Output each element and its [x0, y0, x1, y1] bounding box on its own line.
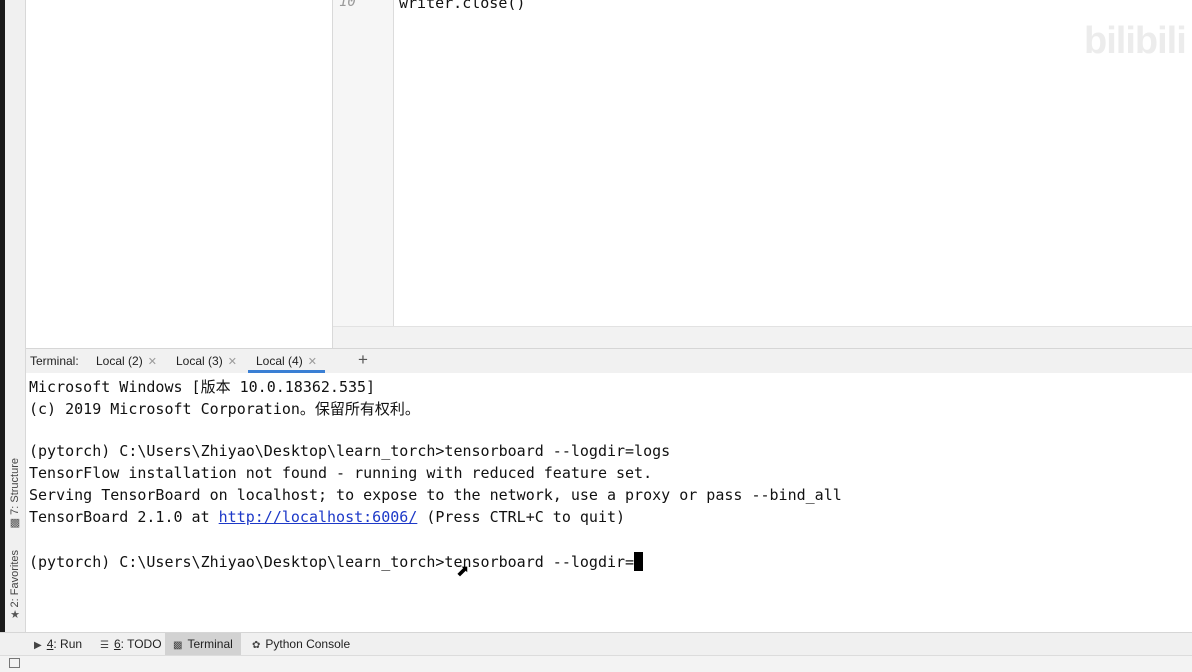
code-editor[interactable]: writer.close()	[394, 0, 1192, 326]
terminal-text: (Press CTRL+C to quit)	[417, 508, 626, 526]
tensorboard-url-link[interactable]: http://localhost:6006/	[219, 508, 418, 526]
terminal-input-text[interactable]: (pytorch) C:\Users\Zhiyao\Desktop\learn_…	[29, 553, 634, 571]
terminal-line: TensorFlow installation not found - runn…	[29, 464, 653, 482]
python-console-tool-tab[interactable]: ✿ Python Console	[244, 633, 358, 656]
structure-side-tab[interactable]: 7: Structure ▩	[5, 458, 25, 529]
terminal-line: (c) 2019 Microsoft Corporation。保留所有权利。	[29, 400, 420, 418]
favorites-side-tab-label: 2: Favorites	[9, 550, 21, 608]
terminal-text: TensorBoard 2.1.0 at	[29, 508, 219, 526]
terminal-line: Serving TensorBoard on localhost; to exp…	[29, 486, 842, 504]
add-terminal-button[interactable]: +	[358, 350, 368, 370]
code-line[interactable]: writer.close()	[399, 0, 525, 12]
terminal-line-url: TensorBoard 2.1.0 at http://localhost:60…	[29, 508, 625, 526]
todo-label: : TODO	[120, 637, 162, 651]
terminal-title: Terminal:	[30, 354, 79, 368]
terminal-tab-bar: Terminal: Local (2) ✕ Local (3) ✕ Local (4…	[26, 348, 1192, 374]
text-cursor	[634, 552, 644, 571]
terminal-output[interactable]: Microsoft Windows [版本 10.0.18362.535] (c…	[26, 373, 1192, 632]
terminal-tab-local-3[interactable]: Local (3) ✕	[168, 349, 245, 373]
terminal-prompt-line[interactable]: (pytorch) C:\Users\Zhiyao\Desktop\learn_…	[29, 552, 644, 571]
play-icon: ▶	[34, 640, 42, 651]
editor-horizontal-scroll-area[interactable]	[333, 326, 1192, 349]
terminal-label: Terminal	[187, 637, 233, 651]
python-icon: ✿	[252, 640, 261, 651]
status-bar	[0, 655, 1192, 672]
close-icon[interactable]: ✕	[308, 356, 317, 368]
todo-tool-tab[interactable]: ☰ 6: TODO	[92, 633, 170, 656]
editor-gutter: 10	[333, 0, 394, 326]
line-number: 10	[339, 0, 356, 10]
project-panel	[26, 0, 333, 348]
close-icon[interactable]: ✕	[228, 356, 237, 368]
list-icon: ☰	[100, 640, 109, 651]
bottom-tool-window-bar: ▶ 4: Run ☰ 6: TODO ▩ Terminal ✿ Python Conso…	[0, 632, 1192, 656]
structure-icon: ▩	[9, 515, 21, 529]
terminal-icon: ▩	[173, 640, 183, 651]
favorites-side-tab[interactable]: 2: Favorites ★	[5, 550, 25, 621]
close-icon[interactable]: ✕	[148, 356, 157, 368]
run-label: : Run	[53, 637, 83, 651]
terminal-tool-tab[interactable]: ▩ Terminal	[165, 633, 241, 656]
terminal-tab-label: Local (4)	[256, 354, 303, 368]
terminal-line: Microsoft Windows [版本 10.0.18362.535]	[29, 378, 376, 396]
todo-mnemonic: 6	[113, 637, 121, 651]
structure-side-tab-label: 7: Structure	[9, 458, 21, 515]
left-tool-strip: 7: Structure ▩ 2: Favorites ★	[5, 0, 26, 632]
terminal-tab-label: Local (3)	[176, 354, 223, 368]
terminal-tab-local-4[interactable]: Local (4) ✕	[248, 349, 325, 373]
terminal-line: (pytorch) C:\Users\Zhiyao\Desktop\learn_…	[29, 442, 671, 460]
terminal-tab-local-2[interactable]: Local (2) ✕	[88, 349, 165, 373]
star-icon: ★	[10, 608, 20, 622]
mouse-pointer-icon: ⬈	[456, 561, 470, 580]
python-console-label: Python Console	[265, 637, 351, 651]
run-tool-tab[interactable]: ▶ 4: Run	[26, 633, 90, 656]
bilibili-watermark: bilibili	[1084, 20, 1187, 62]
terminal-tab-label: Local (2)	[96, 354, 143, 368]
toggle-tool-windows-icon[interactable]	[9, 658, 20, 668]
